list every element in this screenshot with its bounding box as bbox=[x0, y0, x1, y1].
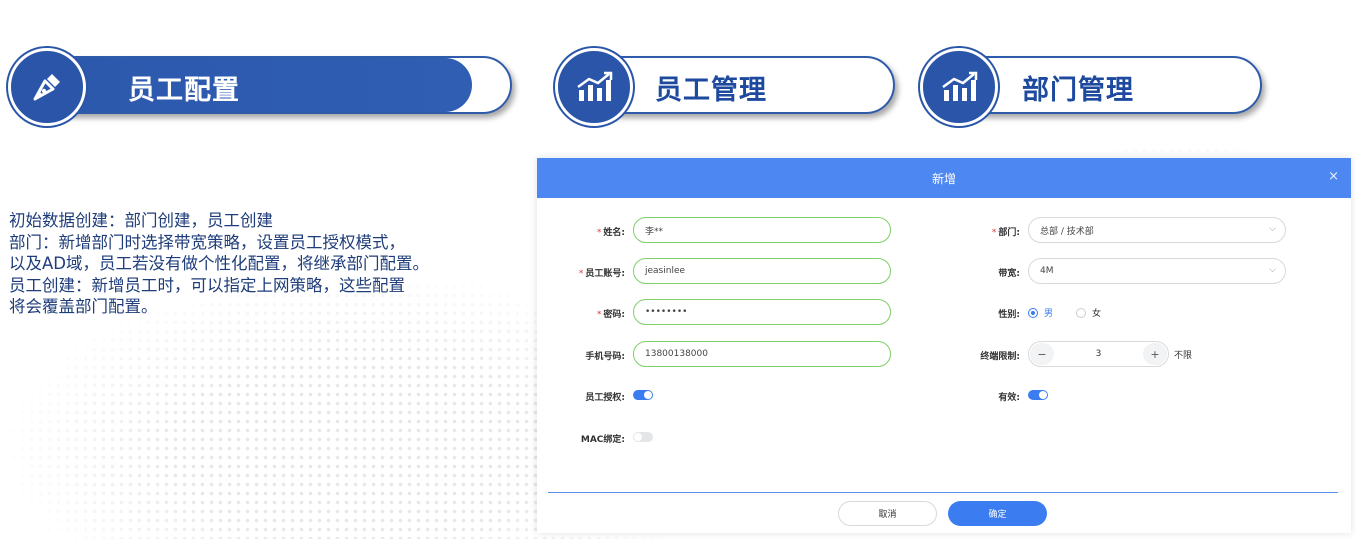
description-line: 员工创建：新增员工时，可以指定上网策略，这些配置 bbox=[9, 275, 405, 295]
radio-empty-icon bbox=[1076, 307, 1086, 318]
name-input[interactable]: 李** bbox=[633, 217, 891, 243]
header-label: 员工配置 bbox=[128, 75, 240, 106]
dialog-header: 新增 × bbox=[537, 158, 1351, 198]
chart-trend-icon bbox=[555, 48, 633, 126]
description-text: 初始数据创建：部门创建，员工创建 部门：新增部门时选择带宽策略，设置员工授权模式… bbox=[9, 210, 549, 318]
increment-button[interactable]: + bbox=[1143, 343, 1167, 365]
pen-nib-icon bbox=[8, 48, 86, 126]
account-label: * 员工账号: bbox=[578, 269, 625, 279]
description-line: 部门：新增部门时选择带宽策略，设置员工授权模式， bbox=[9, 232, 405, 252]
terminal-limit-stepper: − 3 + bbox=[1028, 341, 1169, 367]
chevron-down-icon: ⌵ bbox=[1269, 224, 1276, 234]
add-dialog: 新增 × * 姓名: 李** * 员工账号: jeasinlee * 密码: ••••… bbox=[537, 158, 1351, 533]
description-line: 初始数据创建：部门创建，员工创建 bbox=[9, 211, 273, 230]
department-label: * 部门: bbox=[991, 228, 1020, 238]
bandwidth-label: 带宽: bbox=[998, 269, 1020, 279]
cancel-button[interactable]: 取消 bbox=[838, 501, 937, 526]
chart-trend-icon bbox=[920, 48, 998, 126]
bandwidth-select[interactable]: 4M ⌵ bbox=[1028, 258, 1286, 284]
mac-bind-toggle[interactable] bbox=[633, 432, 653, 442]
decrement-button[interactable]: − bbox=[1030, 343, 1054, 365]
name-label: * 姓名: bbox=[596, 228, 625, 238]
valid-label: 有效: bbox=[998, 393, 1020, 403]
password-input[interactable]: •••••••• bbox=[633, 299, 891, 325]
gender-male-radio[interactable]: 男 bbox=[1028, 306, 1053, 319]
footer-divider bbox=[548, 492, 1338, 493]
radio-selected-icon bbox=[1028, 307, 1038, 318]
confirm-button[interactable]: 确定 bbox=[948, 501, 1047, 526]
header-department-management: 部门管理 bbox=[920, 48, 1262, 126]
header-employee-config: 员工配置 bbox=[8, 48, 512, 126]
employee-auth-toggle[interactable] bbox=[633, 390, 653, 400]
gender-female-radio[interactable]: 女 bbox=[1076, 306, 1101, 319]
header-employee-management: 员工管理 bbox=[555, 48, 895, 126]
terminal-unlimited-text[interactable]: 不限 bbox=[1174, 348, 1192, 361]
gender-label: 性别: bbox=[998, 310, 1020, 320]
header-label: 员工管理 bbox=[655, 75, 767, 106]
valid-toggle[interactable] bbox=[1028, 390, 1048, 400]
close-icon[interactable]: × bbox=[1328, 169, 1339, 184]
terminal-limit-value[interactable]: 3 bbox=[1055, 349, 1142, 359]
description-line: 将会覆盖部门配置。 bbox=[9, 297, 158, 316]
employee-auth-label: 员工授权: bbox=[585, 393, 625, 403]
dialog-title: 新增 bbox=[931, 171, 956, 186]
phone-label: 手机号码: bbox=[585, 352, 625, 362]
phone-input[interactable]: 13800138000 bbox=[633, 341, 891, 367]
password-label: * 密码: bbox=[596, 310, 625, 320]
terminal-limit-label: 终端限制: bbox=[980, 352, 1020, 362]
mac-bind-label: MAC绑定: bbox=[580, 435, 625, 445]
department-select[interactable]: 总部 / 技术部 ⌵ bbox=[1028, 217, 1286, 243]
chevron-down-icon: ⌵ bbox=[1269, 265, 1276, 275]
description-line: 以及AD域，员工若没有做个性化配置，将继承部门配置。 bbox=[9, 254, 429, 273]
account-input[interactable]: jeasinlee bbox=[633, 258, 891, 284]
header-label: 部门管理 bbox=[1022, 75, 1134, 106]
